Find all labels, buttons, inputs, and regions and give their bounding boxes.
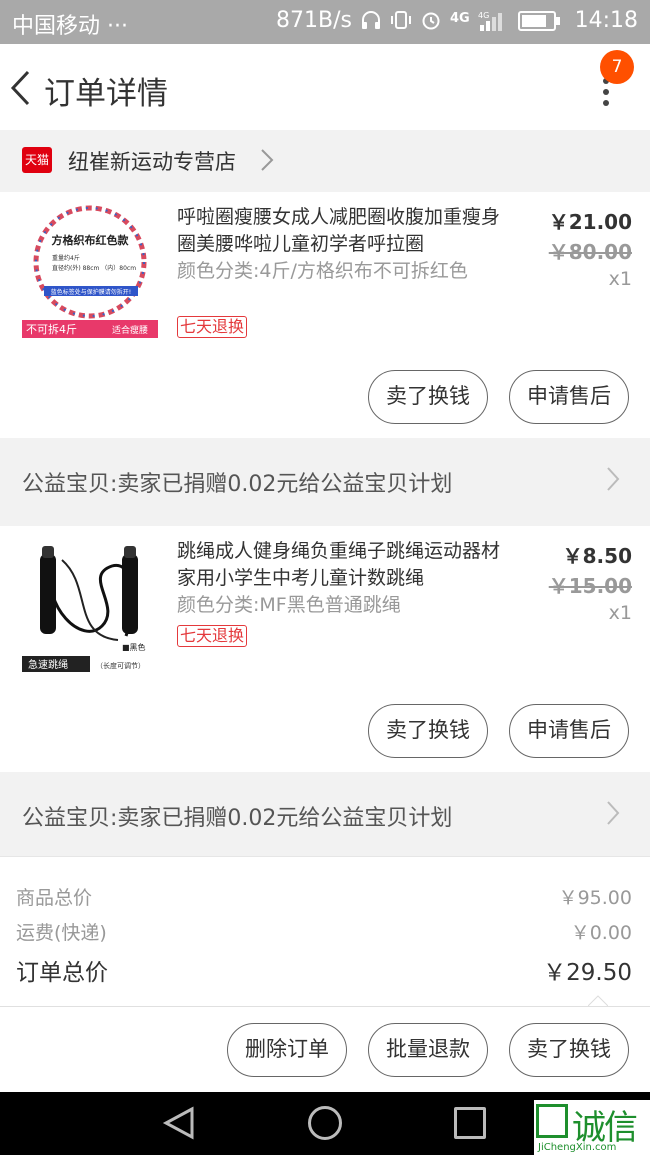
product-spec: 颜色分类:4斤/方格织布不可拆红色 [177, 260, 468, 282]
charity-text: 公益宝贝:卖家已捐赠0.02元给公益宝贝计划 [22, 472, 453, 497]
carrier-label: 中国移动 ··· [12, 14, 128, 39]
order-total-value: ￥29.50 [543, 960, 632, 986]
product-name[interactable]: 跳绳成人健身绳负重绳子跳绳运动器材家用小学生中考儿童计数跳绳 [177, 538, 507, 592]
seven-day-return-tag: 七天退换 [177, 316, 248, 338]
seven-day-return-tag: 七天退换 [177, 625, 248, 647]
nav-recents-icon[interactable] [454, 1107, 486, 1139]
after-sale-button[interactable]: 申请售后 [509, 704, 629, 758]
thumb-left-label: 急速跳绳 [28, 658, 68, 671]
jump-rope-image: ■黑色 急速跳绳 （长度可调节） [22, 536, 158, 672]
clock: 14:18 [574, 8, 638, 33]
product-quantity: x1 [608, 268, 632, 290]
goods-total-label: 商品总价 [16, 887, 93, 909]
nav-home-icon[interactable] [308, 1106, 342, 1140]
after-sale-button[interactable]: 申请售后 [509, 370, 629, 424]
headset-icon [362, 11, 380, 29]
notification-badge: 7 [600, 50, 634, 84]
order-action-bar: 删除订单 批量退款 卖了换钱 [0, 1006, 650, 1092]
status-bar: 中国移动 ··· 871B/s 4G 4G 14:18 [0, 0, 650, 44]
product-price: ￥8.50 [562, 544, 632, 568]
thumb-left-label: 不可拆4斤 [26, 322, 77, 336]
signal-4g-icon: 4G 4G [450, 11, 502, 31]
watermark-logo-icon [536, 1104, 568, 1138]
battery-icon [518, 11, 560, 31]
chevron-right-icon [607, 801, 620, 825]
charity-text: 公益宝贝:卖家已捐赠0.02元给公益宝贝计划 [22, 806, 453, 831]
watermark: 诚信 JiChengXin.com [534, 1100, 650, 1155]
app-header: 订单详情 [0, 44, 650, 130]
watermark-subtext: JiChengXin.com [538, 1142, 617, 1153]
thumb-title: 方格织布红色款 [52, 233, 130, 247]
product-original-price: ￥15.00 [548, 574, 632, 598]
store-name[interactable]: 纽崔新运动专营店 [68, 146, 236, 176]
vibrate-icon [391, 11, 411, 29]
thumb-strip: 蓝色标签处与保护膜请勿拆开! [51, 288, 131, 296]
order-summary: 商品总价 ￥95.00 运费(快递) ￥0.00 订单总价 ￥29.50 [0, 856, 650, 1006]
tmall-logo: 天猫 [22, 147, 52, 173]
order-item: ■黑色 急速跳绳 （长度可调节） 跳绳成人健身绳负重绳子跳绳运动器材家用小学生中… [0, 526, 650, 772]
batch-refund-button[interactable]: 批量退款 [368, 1023, 488, 1077]
thumb-color-label: ■黑色 [122, 642, 146, 652]
product-spec: 颜色分类:MF黑色普通跳绳 [177, 594, 401, 616]
chevron-right-icon [261, 149, 274, 171]
thumb-line2: 直径约(外) 88cm （内）80cm [52, 264, 136, 272]
product-price: ￥21.00 [548, 210, 632, 234]
caret-up-icon [588, 995, 608, 1006]
sell-resell-button[interactable]: 卖了换钱 [509, 1023, 629, 1077]
charity-row[interactable]: 公益宝贝:卖家已捐赠0.02元给公益宝贝计划 [0, 438, 650, 524]
chevron-right-icon [607, 467, 620, 491]
sell-resell-button[interactable]: 卖了换钱 [368, 704, 488, 758]
alarm-icon [422, 12, 440, 30]
order-item: 方格织布红色款 重量约4斤 直径约(外) 88cm （内）80cm 蓝色标签处与… [0, 192, 650, 438]
shipping-label: 运费(快递) [16, 922, 107, 944]
shipping-row: 运费(快递) ￥0.00 [16, 918, 632, 945]
goods-total-value: ￥95.00 [558, 887, 632, 909]
sell-resell-button[interactable]: 卖了换钱 [368, 370, 488, 424]
status-icons: 4G 4G [360, 9, 560, 33]
product-quantity: x1 [608, 602, 632, 624]
thumb-right-label: （长度可调节） [96, 661, 145, 670]
delete-order-button[interactable]: 删除订单 [227, 1023, 347, 1077]
charity-row[interactable]: 公益宝贝:卖家已捐赠0.02元给公益宝贝计划 [0, 772, 650, 856]
goods-total-row: 商品总价 ￥95.00 [16, 883, 632, 910]
product-image-hula-hoop[interactable]: 方格织布红色款 重量约4斤 直径约(外) 88cm （内）80cm 蓝色标签处与… [22, 202, 158, 338]
product-name[interactable]: 呼啦圈瘦腰女成人减肥圈收腹加重瘦身圈美腰哗啦儿童初学者呼拉圈 [177, 204, 507, 258]
page-title: 订单详情 [44, 76, 168, 112]
thumb-line1: 重量约4斤 [52, 254, 80, 262]
shipping-value: ￥0.00 [570, 922, 632, 944]
store-row[interactable]: 天猫 纽崔新运动专营店 [0, 130, 650, 192]
back-arrow-icon[interactable] [8, 68, 32, 108]
svg-text:4G: 4G [478, 11, 489, 20]
hula-hoop-image: 方格织布红色款 重量约4斤 直径约(外) 88cm （内）80cm 蓝色标签处与… [22, 202, 158, 338]
nav-back-icon[interactable] [162, 1106, 196, 1140]
product-image-jump-rope[interactable]: ■黑色 急速跳绳 （长度可调节） [22, 536, 158, 672]
product-original-price: ￥80.00 [548, 240, 632, 264]
svg-text:4G: 4G [450, 11, 470, 26]
order-total-label: 订单总价 [16, 960, 108, 986]
network-speed: 871B/s [276, 8, 352, 33]
thumb-right-label: 适合瘦腰 [112, 324, 148, 336]
order-total-row: 订单总价 ￥29.50 [16, 953, 632, 987]
